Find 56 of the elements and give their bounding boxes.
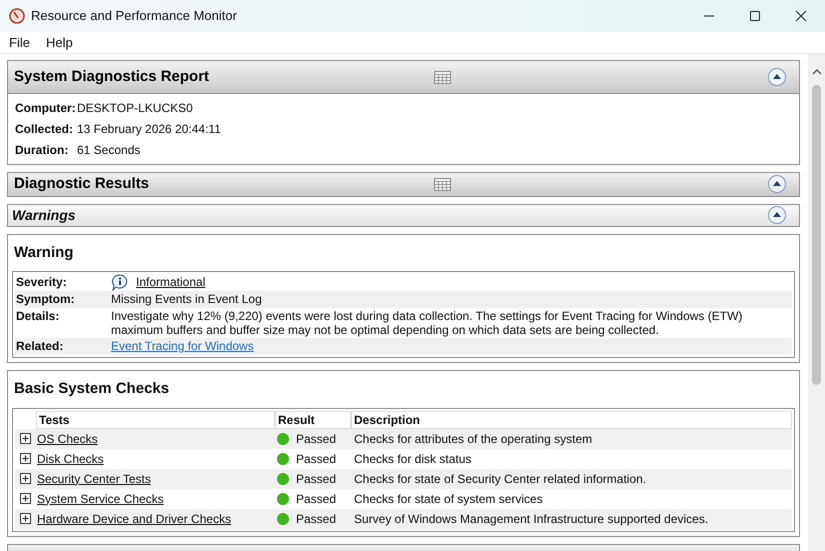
maximize-icon[interactable] (749, 10, 761, 22)
collapse-icon[interactable] (767, 174, 787, 194)
row-value: Missing Events in Event Log (111, 291, 262, 307)
test-link[interactable]: Hardware Device and Driver Checks (37, 512, 232, 526)
plus-box-icon[interactable] (20, 493, 31, 504)
description-cell-text: Checks for attributes of the operating system (353, 430, 594, 448)
row-label: Details: (15, 308, 60, 325)
description-cell-text: Checks for state of system services (353, 490, 544, 508)
field-value: DESKTOP-LKUCKS0 (77, 100, 193, 117)
test-link[interactable]: System Service Checks (37, 492, 164, 506)
field-value: 61 Seconds (77, 142, 140, 159)
description-cell-text: Checks for disk status (353, 450, 472, 468)
scrollbar-thumb[interactable] (812, 85, 821, 385)
column-header: Tests (36, 410, 275, 428)
window-title: Resource and Performance Monitor (31, 7, 238, 26)
field-label: Computer: (15, 100, 77, 117)
column-header: Description (351, 410, 792, 428)
result-text: Passed (296, 510, 336, 528)
severity-link[interactable]: Informational (136, 274, 206, 291)
result-text: Passed (296, 430, 336, 448)
row-label: Symptom: (15, 291, 76, 308)
test-link[interactable]: Disk Checks (37, 452, 104, 466)
section-title: Warnings (12, 206, 77, 225)
related-link[interactable]: Event Tracing for Windows (111, 338, 254, 355)
description-cell-text: Survey of Windows Management Infrastructure supported devices. (353, 510, 710, 528)
field-value: 13 February 2026 20:44:11 (77, 121, 221, 138)
gauge-icon (9, 8, 25, 24)
menu-item[interactable]: File (9, 32, 30, 52)
menu-item[interactable]: Help (46, 32, 73, 52)
section-title: System Diagnostics Report (14, 66, 210, 87)
scrollbar[interactable] (808, 54, 825, 551)
section-title: Diagnostic Results (14, 174, 150, 194)
collapse-icon[interactable] (767, 67, 787, 87)
plus-box-icon[interactable] (20, 473, 31, 484)
row-value: Investigate why 12% (9,220) events were lost during data collection. The settings for Event Tracing for Windows (ETW) maximum buffers and buffer size may not be optimal depending on which data sets are being collected. (111, 308, 744, 338)
column-header: Result (275, 410, 351, 428)
collapse-icon[interactable] (767, 205, 787, 225)
table-icon[interactable] (434, 178, 451, 191)
close-icon[interactable] (795, 10, 807, 22)
row-label: Severity: (15, 274, 68, 291)
plus-box-icon[interactable] (20, 513, 31, 524)
result-text: Passed (296, 490, 336, 508)
field-label: Collected: (15, 121, 74, 138)
row-label: Related: (15, 338, 64, 355)
field-label: Duration: (15, 142, 70, 159)
plus-box-icon[interactable] (20, 453, 31, 464)
test-link[interactable]: Security Center Tests (37, 472, 151, 486)
result-text: Passed (296, 470, 336, 488)
scroll-up-icon[interactable] (812, 68, 822, 75)
warning-title: Warning (13, 242, 74, 262)
plus-box-icon[interactable] (20, 433, 31, 444)
checks-title: Basic System Checks (13, 379, 170, 399)
description-cell-text: Checks for state of Security Center related information. (353, 470, 648, 488)
table-icon[interactable] (434, 70, 451, 84)
test-link[interactable]: OS Checks (37, 432, 98, 446)
result-text: Passed (296, 450, 336, 468)
